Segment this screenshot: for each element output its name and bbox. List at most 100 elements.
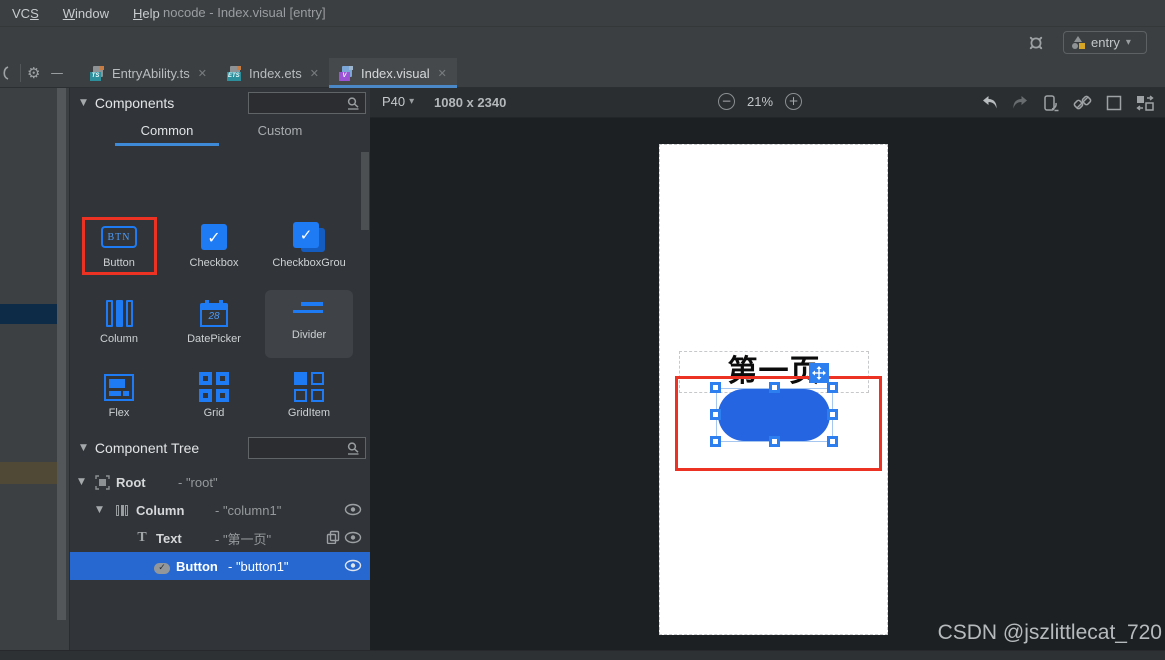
frame-icon[interactable] — [1103, 92, 1124, 113]
expand-arrow-icon[interactable]: ▼ — [78, 477, 85, 487]
run-config-label: entry — [1091, 35, 1120, 50]
tree-row-button[interactable]: ✓ Button - "button1" — [70, 552, 370, 580]
link-icon[interactable] — [1072, 92, 1093, 113]
eye-icon[interactable] — [344, 531, 362, 544]
search-icon — [347, 96, 359, 110]
canvas-viewport[interactable]: 第一页 CSDN @jszlittlecat_720 — [370, 118, 1165, 650]
close-icon[interactable]: ✕ — [310, 67, 319, 80]
partial-arrow-icon[interactable] — [0, 65, 10, 81]
deveco-studio-window: VCS Window Help nocode - Index.visual [e… — [0, 0, 1165, 660]
components-tab-bar: Common Custom — [70, 118, 370, 150]
move-handle-icon[interactable] — [809, 363, 829, 383]
redo-icon[interactable] — [1010, 92, 1031, 113]
collapse-arrow-icon[interactable]: ▼ — [80, 98, 87, 108]
menu-bar: VCS Window Help — [0, 6, 160, 21]
component-card-flex[interactable]: Flex — [75, 368, 163, 430]
title-bar: VCS Window Help nocode - Index.visual [e… — [0, 0, 1165, 27]
resize-handle-n[interactable] — [769, 382, 780, 393]
menu-vcs[interactable]: VCS — [12, 6, 39, 21]
tab-index-ets[interactable]: ETS Index.ets ✕ — [217, 58, 329, 88]
device-selector[interactable]: P40 ▾ — [382, 94, 414, 109]
datepicker-component-icon: 28 — [200, 299, 228, 327]
left-sidebar-strip — [0, 88, 70, 650]
editor-tab-bar: ⚙ — TS EntryAbility.ts ✕ ETS Index.ets ✕… — [0, 58, 1165, 88]
settings-gear-icon[interactable] — [1027, 34, 1045, 52]
text-icon: T — [137, 530, 147, 545]
tree-row-root[interactable]: ▼ Root - "root" — [70, 468, 370, 496]
chevron-down-icon: ▾ — [409, 96, 415, 107]
flex-component-icon — [104, 373, 134, 401]
grid-component-icon — [199, 372, 229, 402]
rotate-device-icon[interactable] — [1041, 92, 1062, 113]
components-search[interactable] — [248, 92, 366, 114]
ts-file-icon: TS — [90, 65, 106, 81]
device-resolution: 1080 x 2340 — [434, 95, 507, 110]
module-icon — [1072, 36, 1085, 49]
button-component[interactable] — [718, 389, 830, 441]
component-card-divider[interactable]: Divider — [265, 290, 353, 358]
divider-component-icon — [293, 302, 325, 316]
components-search-input[interactable] — [249, 96, 346, 110]
gear-icon[interactable]: ⚙ — [27, 64, 40, 82]
checkboxgroup-component-icon: ✓ — [293, 222, 325, 252]
component-card-checkboxgroup[interactable]: ✓ CheckboxGrou — [265, 218, 353, 280]
design-canvas: P40 ▾ 1080 x 2340 − 21% + 第一页 CSDN @jszl… — [370, 88, 1165, 650]
zoom-in-button[interactable]: + — [785, 93, 803, 110]
zoom-out-button[interactable]: − — [718, 93, 735, 110]
tab-entryability-ts[interactable]: TS EntryAbility.ts ✕ — [80, 58, 217, 88]
canvas-toolbar: P40 ▾ 1080 x 2340 − 21% + — [370, 88, 1165, 118]
button-component-icon: BTN — [101, 226, 137, 248]
root-icon — [94, 474, 110, 490]
run-config-selector[interactable]: entry ▾ — [1063, 31, 1147, 54]
close-icon[interactable]: ✕ — [198, 67, 207, 80]
eye-icon[interactable] — [344, 559, 362, 572]
column-icon — [114, 502, 130, 518]
expand-arrow-icon[interactable]: ▼ — [96, 505, 103, 515]
toolbar-row: entry ▾ — [0, 27, 1165, 58]
watermark: CSDN @jszlittlecat_720 — [937, 621, 1162, 644]
tree-row-text[interactable]: T Text - "第一页" — [70, 524, 370, 552]
collapse-arrow-icon[interactable]: ▼ — [80, 443, 87, 453]
close-icon[interactable]: ✕ — [438, 67, 447, 80]
eye-icon[interactable] — [344, 503, 362, 516]
component-card-checkbox[interactable]: ✓ Checkbox — [170, 218, 258, 280]
component-tree-search-input[interactable] — [249, 441, 346, 455]
checkbox-component-icon: ✓ — [201, 224, 227, 250]
menu-help[interactable]: Help — [133, 6, 160, 21]
menu-window[interactable]: Window — [63, 6, 109, 21]
canvas-toolbar-icons — [979, 92, 1155, 113]
tab-custom[interactable]: Custom — [228, 118, 332, 146]
zoom-level: 21% — [747, 94, 774, 109]
window-title: nocode - Index.visual [entry] — [163, 5, 326, 20]
component-tree: ▼ Root - "root" ▼ Column - "column1" T T… — [70, 468, 370, 580]
switch-layout-icon[interactable] — [1134, 92, 1155, 113]
components-header: ▼ Components — [70, 88, 370, 118]
component-card-button[interactable]: BTN Button — [75, 218, 163, 280]
component-card-column[interactable]: Column — [75, 294, 163, 356]
resize-handle-se[interactable] — [827, 436, 838, 447]
griditem-component-icon — [294, 372, 324, 402]
resize-handle-s[interactable] — [769, 436, 780, 447]
minimize-icon[interactable]: — — [50, 66, 63, 81]
components-grid-scrollbar[interactable] — [361, 152, 369, 230]
copy-icon[interactable] — [326, 530, 340, 544]
component-tree-search[interactable] — [248, 437, 366, 459]
ets-file-icon: ETS — [227, 65, 243, 81]
resize-handle-e[interactable] — [827, 409, 838, 420]
tab-index-visual[interactable]: V Index.visual ✕ — [328, 58, 457, 88]
resize-handle-w[interactable] — [710, 409, 721, 420]
component-card-griditem[interactable]: GridItem — [265, 368, 353, 430]
tab-common[interactable]: Common — [115, 118, 219, 146]
tab-bar-left-controls: ⚙ — — [0, 58, 70, 88]
component-card-grid[interactable]: Grid — [170, 368, 258, 430]
resize-handle-ne[interactable] — [827, 382, 838, 393]
resize-handle-nw[interactable] — [710, 382, 721, 393]
component-card-datepicker[interactable]: 28 DatePicker — [170, 294, 258, 356]
divider — [20, 64, 21, 82]
column-component-icon — [105, 299, 133, 327]
resize-handle-sw[interactable] — [710, 436, 721, 447]
sidebar-scrollbar[interactable] — [57, 88, 66, 620]
tree-row-column[interactable]: ▼ Column - "column1" — [70, 496, 370, 524]
undo-icon[interactable] — [979, 92, 1000, 113]
editor-tabs: TS EntryAbility.ts ✕ ETS Index.ets ✕ V I… — [80, 58, 457, 88]
